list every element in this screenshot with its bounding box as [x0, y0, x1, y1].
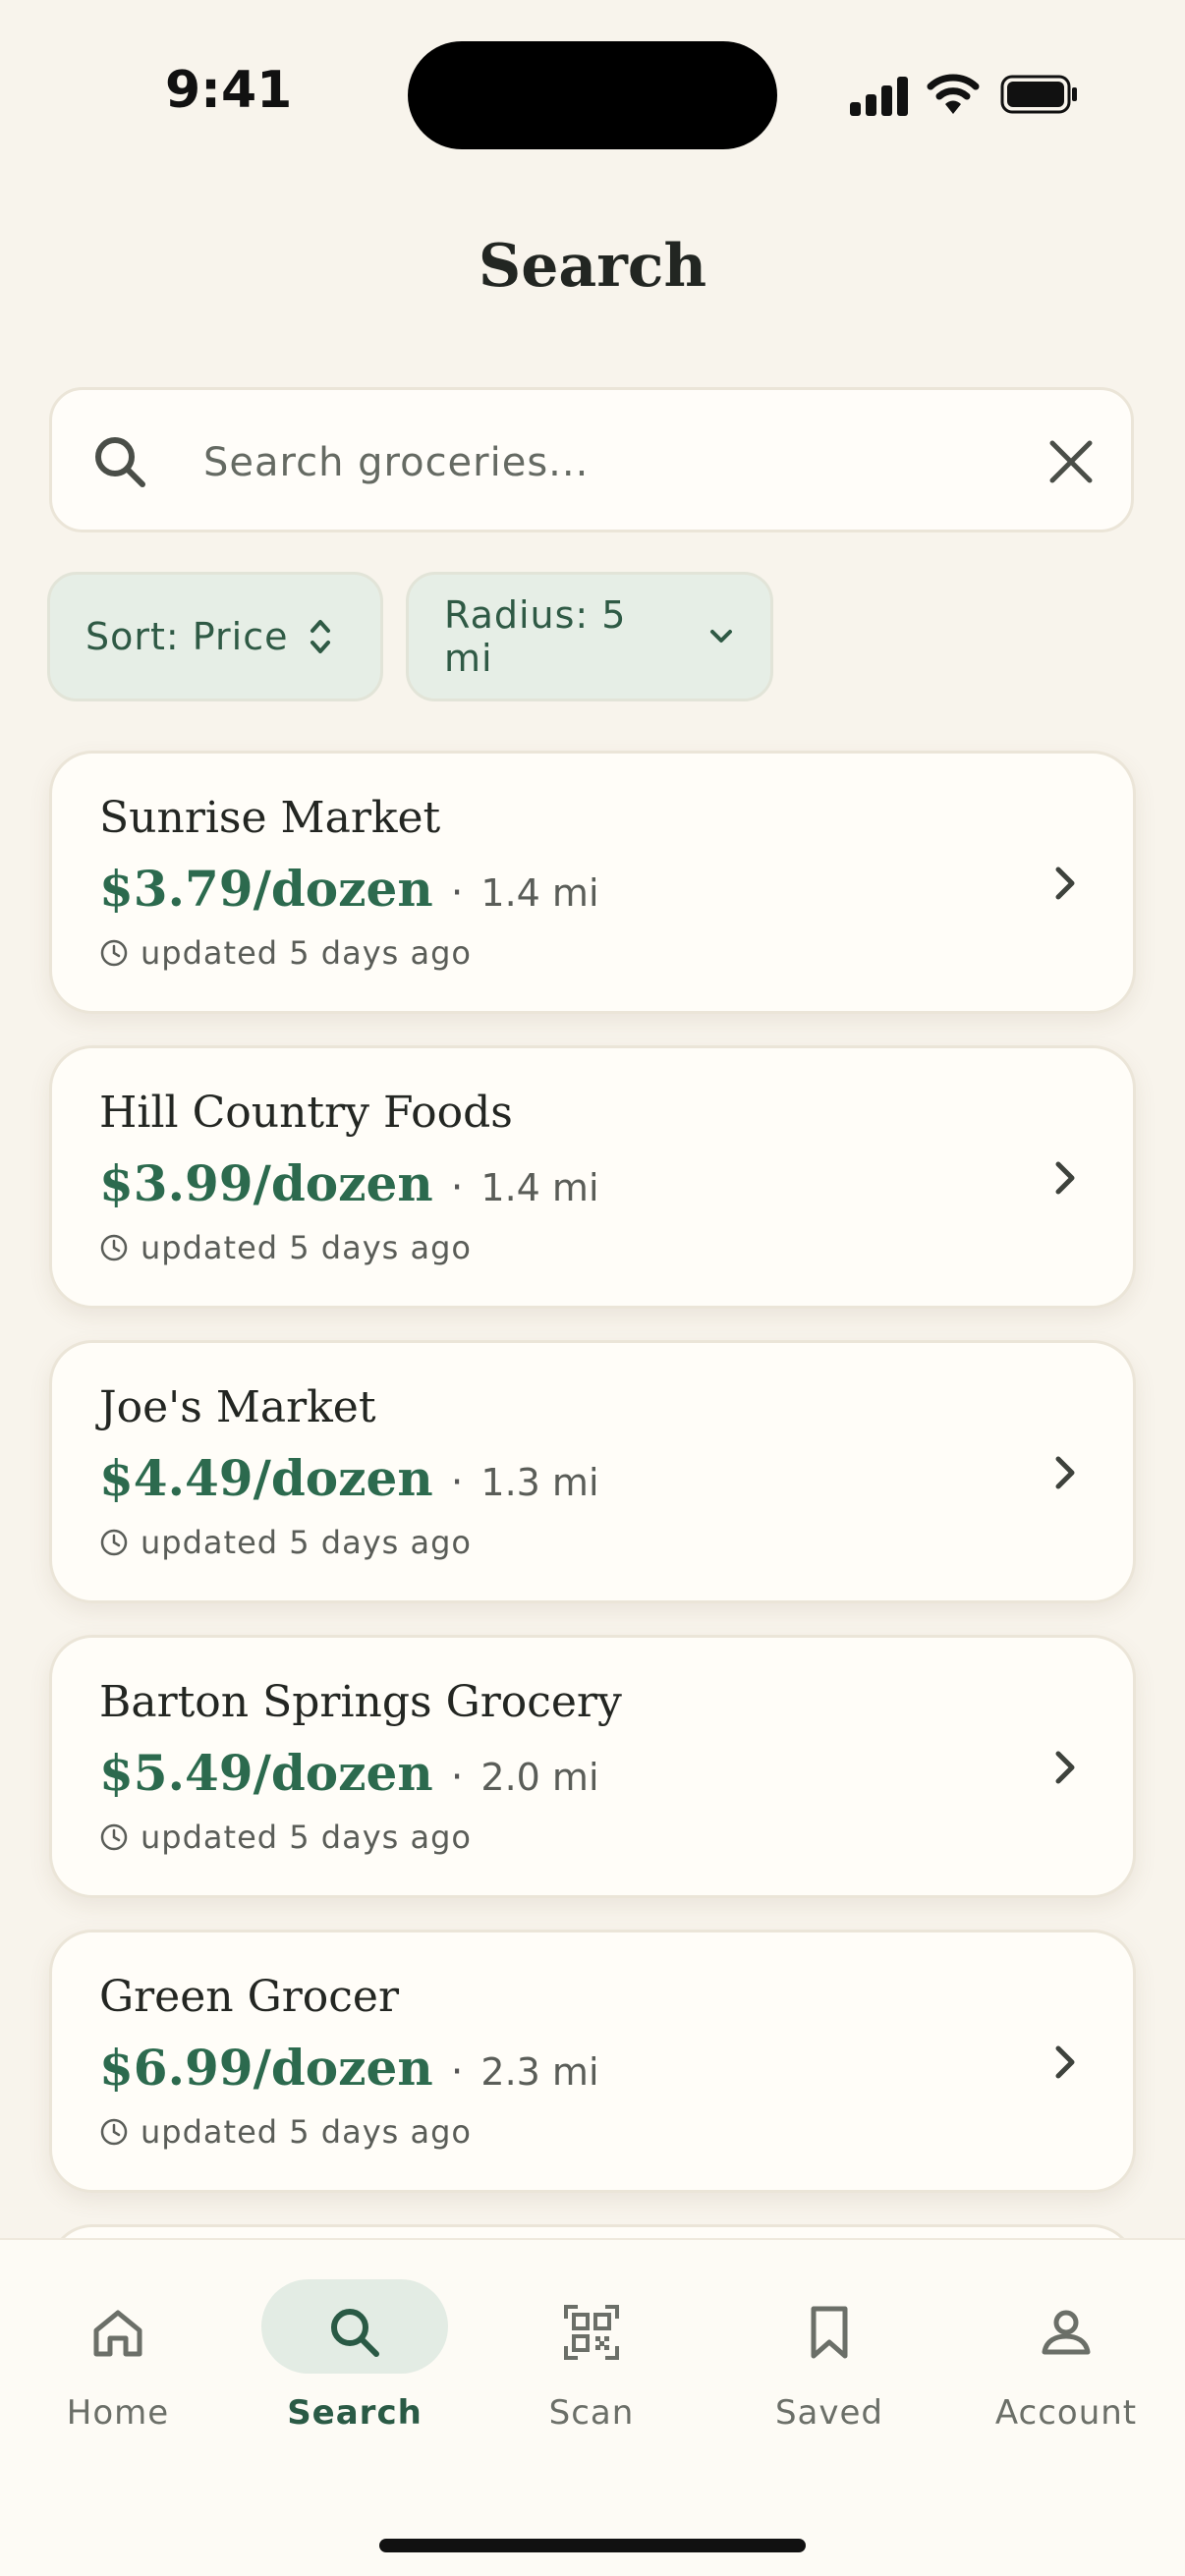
page-title: Search: [478, 232, 707, 301]
store-price: $3.99/dozen: [99, 1154, 433, 1212]
chevron-right-icon: [1055, 1161, 1075, 1195]
tab-search[interactable]: Search: [256, 2279, 453, 2436]
tab-label: Saved: [774, 2393, 884, 2433]
updated-time: updated 5 days ago: [141, 1819, 472, 1856]
chevron-right-icon: [1055, 867, 1075, 900]
store-name: Barton Springs Grocery: [99, 1677, 622, 1727]
store-name: Hill Country Foods: [99, 1088, 513, 1138]
store-distance: 2.3 mi: [480, 2050, 599, 2094]
store-distance: 1.4 mi: [480, 1166, 599, 1209]
updated-time: updated 5 days ago: [141, 2113, 472, 2151]
search-input[interactable]: [201, 427, 991, 498]
clock-icon: [100, 939, 128, 967]
chevron-right-icon: [1055, 2045, 1075, 2079]
store-distance: 2.0 mi: [480, 1756, 599, 1799]
updated-time: updated 5 days ago: [141, 934, 472, 972]
separator-dot: ·: [450, 1165, 464, 1210]
radius-chip[interactable]: Radius: 5 mi: [406, 572, 773, 701]
clock-icon: [100, 1234, 128, 1261]
search-icon: [95, 437, 145, 487]
search-bar[interactable]: [49, 387, 1134, 532]
up-down-chevron-icon: [310, 620, 331, 653]
store-name: Joe's Market: [99, 1382, 376, 1432]
store-price: $5.49/dozen: [99, 1744, 433, 1802]
tab-label: Account: [994, 2393, 1138, 2433]
battery-icon: [1000, 75, 1077, 114]
wifi-icon: [927, 74, 980, 114]
status-bar: 9:41: [0, 0, 1185, 187]
search-icon: [331, 2309, 379, 2357]
store-name: Green Grocer: [99, 1972, 399, 2022]
chevron-down-icon: [710, 630, 732, 643]
store-result-card[interactable]: Hill Country Foods $3.99/dozen · 1.4 mi …: [49, 1045, 1136, 1309]
separator-dot: ·: [450, 1755, 464, 1800]
store-price: $3.79/dozen: [99, 860, 433, 918]
tab-label: Search: [287, 2393, 423, 2433]
clock-icon: [100, 1823, 128, 1851]
tab-bar: Home Search Scan Saved Account: [0, 2240, 1185, 2576]
tab-account[interactable]: Account: [968, 2279, 1164, 2436]
clock-icon: [100, 2118, 128, 2146]
home-indicator: [379, 2539, 806, 2552]
person-icon: [1042, 2310, 1091, 2355]
sort-chip-label: Sort: Price: [85, 615, 289, 658]
store-result-card[interactable]: Joe's Market $4.49/dozen · 1.3 mi update…: [49, 1340, 1136, 1603]
tab-scan[interactable]: Scan: [493, 2279, 690, 2436]
qr-scan-icon: [564, 2305, 619, 2360]
dynamic-island: [408, 41, 777, 149]
store-price: $6.99/dozen: [99, 2039, 433, 2097]
tab-label: Home: [66, 2393, 170, 2433]
store-result-card[interactable]: Sunrise Market $3.79/dozen · 1.4 mi upda…: [49, 751, 1136, 1014]
separator-dot: ·: [450, 2049, 464, 2095]
tab-label: Scan: [548, 2393, 635, 2433]
tab-saved[interactable]: Saved: [731, 2279, 928, 2436]
sort-chip[interactable]: Sort: Price: [47, 572, 383, 701]
store-result-card[interactable]: Barton Springs Grocery $5.49/dozen · 2.0…: [49, 1635, 1136, 1898]
store-distance: 1.4 mi: [480, 871, 599, 915]
store-name: Sunrise Market: [99, 793, 441, 843]
chevron-right-icon: [1055, 1751, 1075, 1784]
store-distance: 1.3 mi: [480, 1461, 599, 1504]
updated-time: updated 5 days ago: [141, 1229, 472, 1266]
radius-chip-label: Radius: 5 mi: [444, 593, 627, 680]
tab-home[interactable]: Home: [20, 2279, 216, 2436]
separator-dot: ·: [450, 870, 464, 916]
clear-search-icon[interactable]: [1043, 433, 1100, 490]
store-price: $4.49/dozen: [99, 1449, 433, 1507]
updated-time: updated 5 days ago: [141, 1524, 472, 1561]
cellular-signal-icon: [850, 75, 909, 116]
separator-dot: ·: [450, 1460, 464, 1505]
clock-icon: [100, 1529, 128, 1556]
bookmark-icon: [811, 2306, 848, 2359]
chevron-right-icon: [1055, 1456, 1075, 1489]
status-time: 9:41: [165, 61, 293, 120]
store-result-card[interactable]: Green Grocer $6.99/dozen · 2.3 mi update…: [49, 1930, 1136, 2193]
home-icon: [93, 2310, 142, 2357]
